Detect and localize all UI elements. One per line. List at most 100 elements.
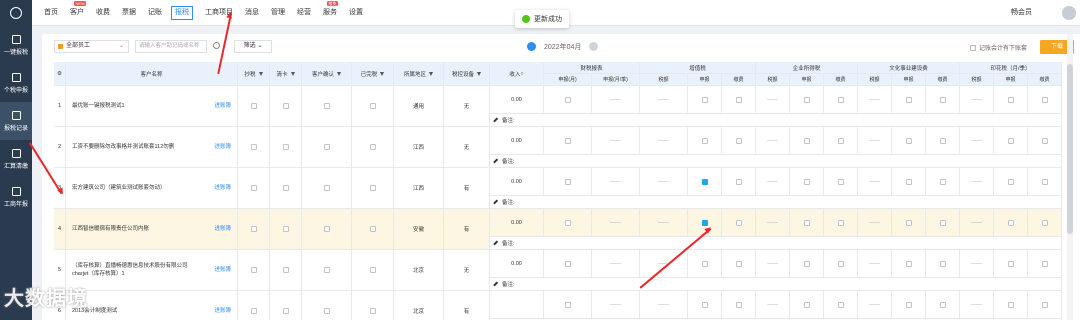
sidebar-item-1[interactable]: 个税申报 [0, 64, 32, 102]
checkbox-icon[interactable] [803, 219, 810, 226]
nav-item-4[interactable]: 记账 [148, 7, 162, 19]
checkbox-icon[interactable] [939, 260, 946, 267]
checkbox-icon[interactable] [905, 301, 912, 308]
checkbox-icon[interactable] [837, 301, 844, 308]
checkbox-icon[interactable] [735, 260, 742, 267]
table-row[interactable]: 4 江西智信暖宿有限责任公司内账 进账簿 安徽 有 0.00 —— —— —— —— —— 备注: [54, 209, 1062, 250]
open-ledger-link[interactable]: 进账簿 [214, 225, 231, 233]
funnel-icon[interactable] [429, 71, 433, 76]
checkbox-icon[interactable] [250, 185, 257, 191]
nav-item-7[interactable]: 消息 [245, 7, 259, 19]
checkbox-icon[interactable] [323, 144, 330, 150]
checkbox-icon[interactable] [701, 178, 708, 185]
checkbox-icon[interactable] [803, 301, 810, 308]
checkbox-icon[interactable] [1007, 260, 1014, 267]
checkbox-icon[interactable] [735, 96, 742, 103]
checkbox-icon[interactable] [939, 301, 946, 308]
checkbox-icon[interactable] [701, 96, 708, 103]
checkbox-icon[interactable] [250, 103, 257, 109]
checkbox-icon[interactable] [905, 137, 912, 144]
checkbox-icon[interactable] [250, 267, 257, 273]
checkbox-icon[interactable] [369, 185, 376, 191]
note-row[interactable]: 备注: [490, 155, 1062, 168]
checkbox-icon[interactable] [939, 178, 946, 185]
edit-icon[interactable] [493, 240, 498, 246]
checkbox-icon[interactable] [837, 178, 844, 185]
next-month-icon[interactable] [589, 42, 599, 51]
funnel-icon[interactable] [380, 71, 385, 76]
checkbox-icon[interactable] [905, 96, 912, 103]
open-ledger-link[interactable]: 进账簿 [214, 184, 231, 192]
checkbox-icon[interactable] [1007, 178, 1014, 185]
sidebar-item-0[interactable]: 一键报税 [0, 26, 32, 64]
table-row[interactable]: 1 最优账一键报税测试1 进账簿 通用 无 0.00 —— —— —— —— —— 备注: [54, 86, 1062, 127]
table-row[interactable]: 2 工资不要删除勿改事格并测试账套112勿删 进账簿 江西 无 0.00 —— —— —— ——… [54, 127, 1062, 168]
checkbox-icon[interactable] [282, 308, 289, 314]
checkbox-icon[interactable] [369, 308, 376, 314]
note-row[interactable]: 备注: [490, 196, 1062, 209]
checkbox-icon[interactable] [369, 144, 376, 150]
checkbox-icon[interactable] [564, 178, 571, 185]
checkbox-icon[interactable] [701, 260, 708, 267]
checkbox-icon[interactable] [323, 226, 330, 232]
checkbox-icon[interactable] [250, 308, 257, 314]
checkbox-icon[interactable] [369, 267, 376, 273]
nav-item-3[interactable]: 票据 [122, 7, 136, 19]
note-row[interactable]: 备注: [490, 114, 1062, 127]
checkbox-icon[interactable] [701, 301, 708, 308]
checkbox-icon[interactable] [939, 219, 946, 226]
open-ledger-link[interactable]: 进账簿 [214, 143, 231, 151]
checkbox-icon[interactable] [701, 219, 708, 226]
checkbox-icon[interactable] [323, 185, 330, 191]
checkbox-icon[interactable] [803, 260, 810, 267]
checkbox-icon[interactable] [1041, 301, 1048, 308]
user-avatar[interactable] [1062, 6, 1076, 20]
nav-item-1[interactable]: 客户 NEW [70, 0, 87, 19]
checkbox-icon[interactable] [323, 103, 330, 109]
sidebar-item-2[interactable]: 报税记录 [0, 102, 32, 140]
checkbox-icon[interactable] [735, 219, 742, 226]
checkbox-icon[interactable] [939, 96, 946, 103]
checkbox-icon[interactable] [282, 103, 289, 109]
checkbox-icon[interactable] [564, 260, 571, 267]
checkbox-icon[interactable] [323, 267, 330, 273]
table-row[interactable]: 5 （库存核算）直播畅德惠信息技术股份有限公司charjet（库存核算）1 进账簿 北… [54, 250, 1062, 291]
checkbox-icon[interactable] [1041, 96, 1048, 103]
staff-select[interactable]: 全部员工 ⌄ [54, 40, 129, 53]
nav-item-9[interactable]: 经营 [297, 7, 311, 19]
checkbox-icon[interactable] [369, 103, 376, 109]
checkbox-icon[interactable] [1041, 260, 1048, 267]
refresh-icon[interactable]: ○ [520, 71, 523, 77]
checkbox-icon[interactable] [803, 137, 810, 144]
note-row[interactable]: 备注: [490, 278, 1062, 291]
checkbox-icon[interactable] [564, 219, 571, 226]
checkbox-icon[interactable] [250, 226, 257, 232]
checkbox-icon[interactable] [282, 267, 289, 273]
checkbox-icon[interactable] [735, 137, 742, 144]
nav-item-2[interactable]: 收费 [96, 7, 110, 19]
edit-icon[interactable] [493, 158, 498, 164]
checkbox-icon[interactable] [1007, 96, 1014, 103]
checkbox-icon[interactable] [250, 144, 257, 150]
filter-button[interactable]: 筛选 ⌄ [234, 40, 272, 53]
gear-icon[interactable]: ⚙ [57, 71, 62, 77]
funnel-icon[interactable] [290, 71, 295, 76]
edit-icon[interactable] [493, 117, 498, 123]
checkbox-icon[interactable] [282, 144, 289, 150]
search-icon[interactable] [213, 42, 220, 49]
checkbox-icon[interactable] [905, 260, 912, 267]
nav-item-0[interactable]: 首页 [44, 7, 58, 19]
sidebar-item-3[interactable]: 汇算清缴 [0, 140, 32, 178]
open-ledger-link[interactable]: 进账簿 [214, 266, 231, 274]
checkbox-icon[interactable] [1041, 137, 1048, 144]
checkbox-icon[interactable] [1007, 219, 1014, 226]
nav-item-11[interactable]: 设置 [349, 7, 363, 19]
edit-icon[interactable] [493, 199, 498, 205]
checkbox-icon[interactable] [939, 137, 946, 144]
funnel-icon[interactable] [477, 71, 481, 76]
funnel-icon[interactable] [258, 71, 263, 76]
checkbox-icon[interactable] [1041, 178, 1048, 185]
scrollbar-thumb[interactable] [1067, 64, 1073, 234]
checkbox-icon[interactable] [735, 178, 742, 185]
checkbox-icon[interactable] [323, 308, 330, 314]
